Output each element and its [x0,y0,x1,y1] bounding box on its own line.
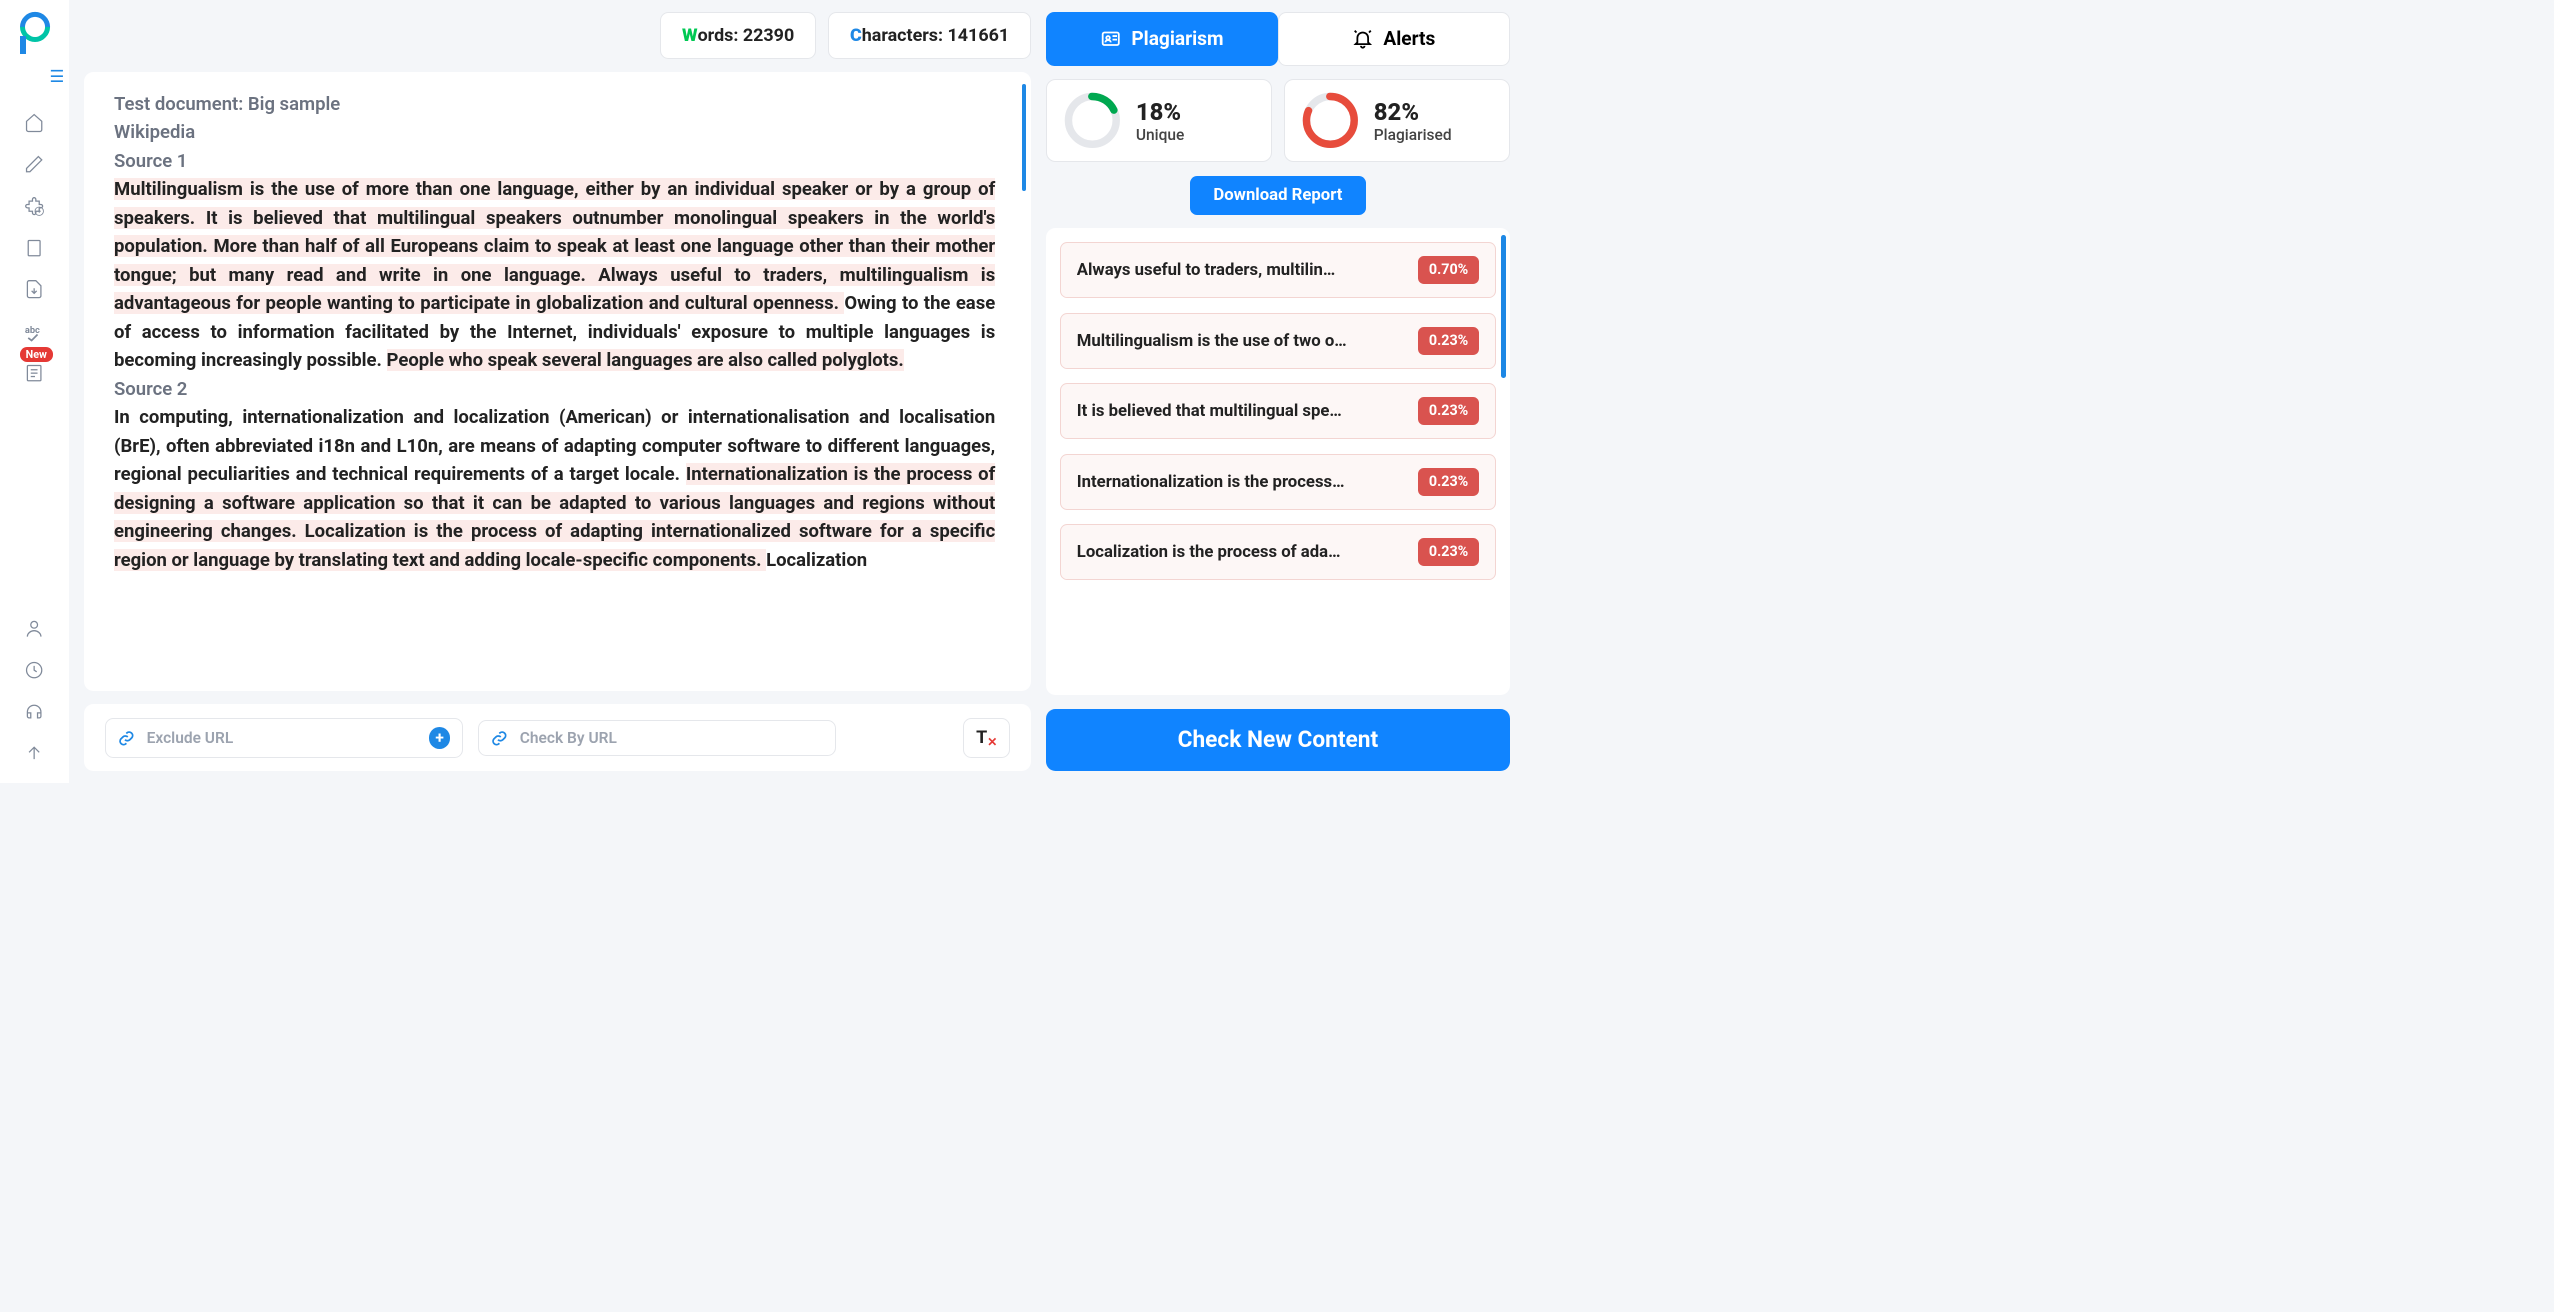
words-prefix: W [682,25,698,46]
exclude-url-input[interactable] [147,729,417,747]
check-by-url-wrap [478,720,836,757]
result-item[interactable]: Always useful to traders, multilin… 0.70… [1060,242,1495,298]
logo[interactable] [20,12,50,42]
unique-gauge-card: 18% Unique [1046,79,1272,163]
tabs: Plagiarism Alerts [1046,12,1510,66]
result-text: It is believed that multilingual spe… [1077,401,1409,421]
words-value: 22390 [743,25,794,46]
left-column: Words: 22390 Characters: 141661 Test doc… [84,12,1031,771]
plagiarised-gauge-card: 82% Plagiarised [1284,79,1510,163]
unique-gauge [1061,89,1124,152]
download-report-button[interactable]: Download Report [1190,176,1367,215]
tab-plagiarism[interactable]: Plagiarism [1046,12,1278,66]
history-icon[interactable] [23,658,47,682]
tx-x: ✕ [987,735,997,749]
editor-line-2: Wikipedia [114,118,995,146]
sidebar: ☰ abc New [0,0,69,783]
hl-span: People who speak several languages are a… [387,349,904,371]
result-text: Localization is the process of ada… [1077,542,1409,562]
chars-prefix: C [850,25,862,46]
editor-paragraph-1: Multilingualism is the use of more than … [114,175,995,374]
new-badge: New [20,347,53,362]
tab-alerts-label: Alerts [1383,27,1435,50]
id-card-icon [1100,28,1121,49]
chars-stat: Characters: 141661 [828,12,1031,59]
user-icon[interactable] [23,616,47,640]
link-icon [118,730,135,747]
top-stats: Words: 22390 Characters: 141661 [84,12,1031,59]
result-pct: 0.23% [1418,397,1479,425]
unique-label: Unique [1136,126,1184,144]
tab-plagiarism-label: Plagiarism [1131,27,1223,50]
bottom-bar: + T✕ [84,704,1031,771]
svg-text:abc: abc [25,325,40,336]
clear-format-button[interactable]: T✕ [963,718,1010,759]
spellcheck-icon[interactable]: abc [23,319,47,343]
plag-label: Plagiarised [1374,126,1452,144]
dark-span: Localization [766,549,867,571]
check-by-url-input[interactable] [520,729,824,747]
result-text: Internationalization is the process… [1077,472,1409,492]
share-icon[interactable] [23,741,47,765]
report-icon[interactable]: New [23,361,47,385]
link-icon [491,730,508,747]
tx-t: T [976,727,987,748]
file-download-icon[interactable] [23,278,47,302]
result-item[interactable]: Multilingualism is the use of two o… 0.2… [1060,313,1495,369]
words-stat: Words: 22390 [660,12,816,59]
main: Words: 22390 Characters: 141661 Test doc… [69,0,1524,783]
result-text: Always useful to traders, multilin… [1077,260,1409,280]
editor-line-3: Source 1 [114,147,995,175]
unique-pct: 18% [1136,98,1184,126]
result-item[interactable]: Internationalization is the process… 0.2… [1060,454,1495,510]
chars-value: 141661 [948,25,1010,46]
results-scrollbar[interactable] [1501,235,1506,378]
result-pct: 0.23% [1418,538,1479,566]
editor-paragraph-2: In computing, internationalization and l… [114,403,995,574]
results-panel: Always useful to traders, multilin… 0.70… [1046,228,1510,696]
plugin-icon[interactable] [23,194,47,218]
exclude-url-wrap: + [105,718,463,758]
result-item[interactable]: Localization is the process of ada… 0.23… [1060,524,1495,580]
result-pct: 0.23% [1418,327,1479,355]
editor-line-4: Source 2 [114,375,995,403]
result-text: Multilingualism is the use of two o… [1077,331,1409,351]
editor-line-1: Test document: Big sample [114,90,995,118]
bell-icon [1352,28,1373,49]
result-pct: 0.70% [1418,256,1479,284]
add-exclude-url-button[interactable]: + [429,727,450,748]
plag-pct: 82% [1374,98,1452,126]
check-new-content-button[interactable]: Check New Content [1046,709,1510,772]
words-label: ords: [698,25,739,46]
headset-icon[interactable] [23,700,47,724]
editor: Test document: Big sample Wikipedia Sour… [84,72,1031,691]
result-item[interactable]: It is believed that multilingual spe… 0.… [1060,383,1495,439]
pencil-icon[interactable] [23,152,47,176]
gauges: 18% Unique 82% Plagiarised [1046,79,1510,163]
editor-content[interactable]: Test document: Big sample Wikipedia Sour… [114,90,1001,674]
document-icon[interactable] [23,236,47,260]
menu-toggle-icon[interactable]: ☰ [50,66,65,87]
editor-scrollbar[interactable] [1022,84,1027,191]
tab-alerts[interactable]: Alerts [1278,12,1510,66]
plagiarised-gauge [1299,89,1362,152]
right-column: Plagiarism Alerts 18% Unique [1046,12,1510,771]
chars-label: haracters: [862,25,943,46]
result-pct: 0.23% [1418,468,1479,496]
home-icon[interactable] [23,111,47,135]
